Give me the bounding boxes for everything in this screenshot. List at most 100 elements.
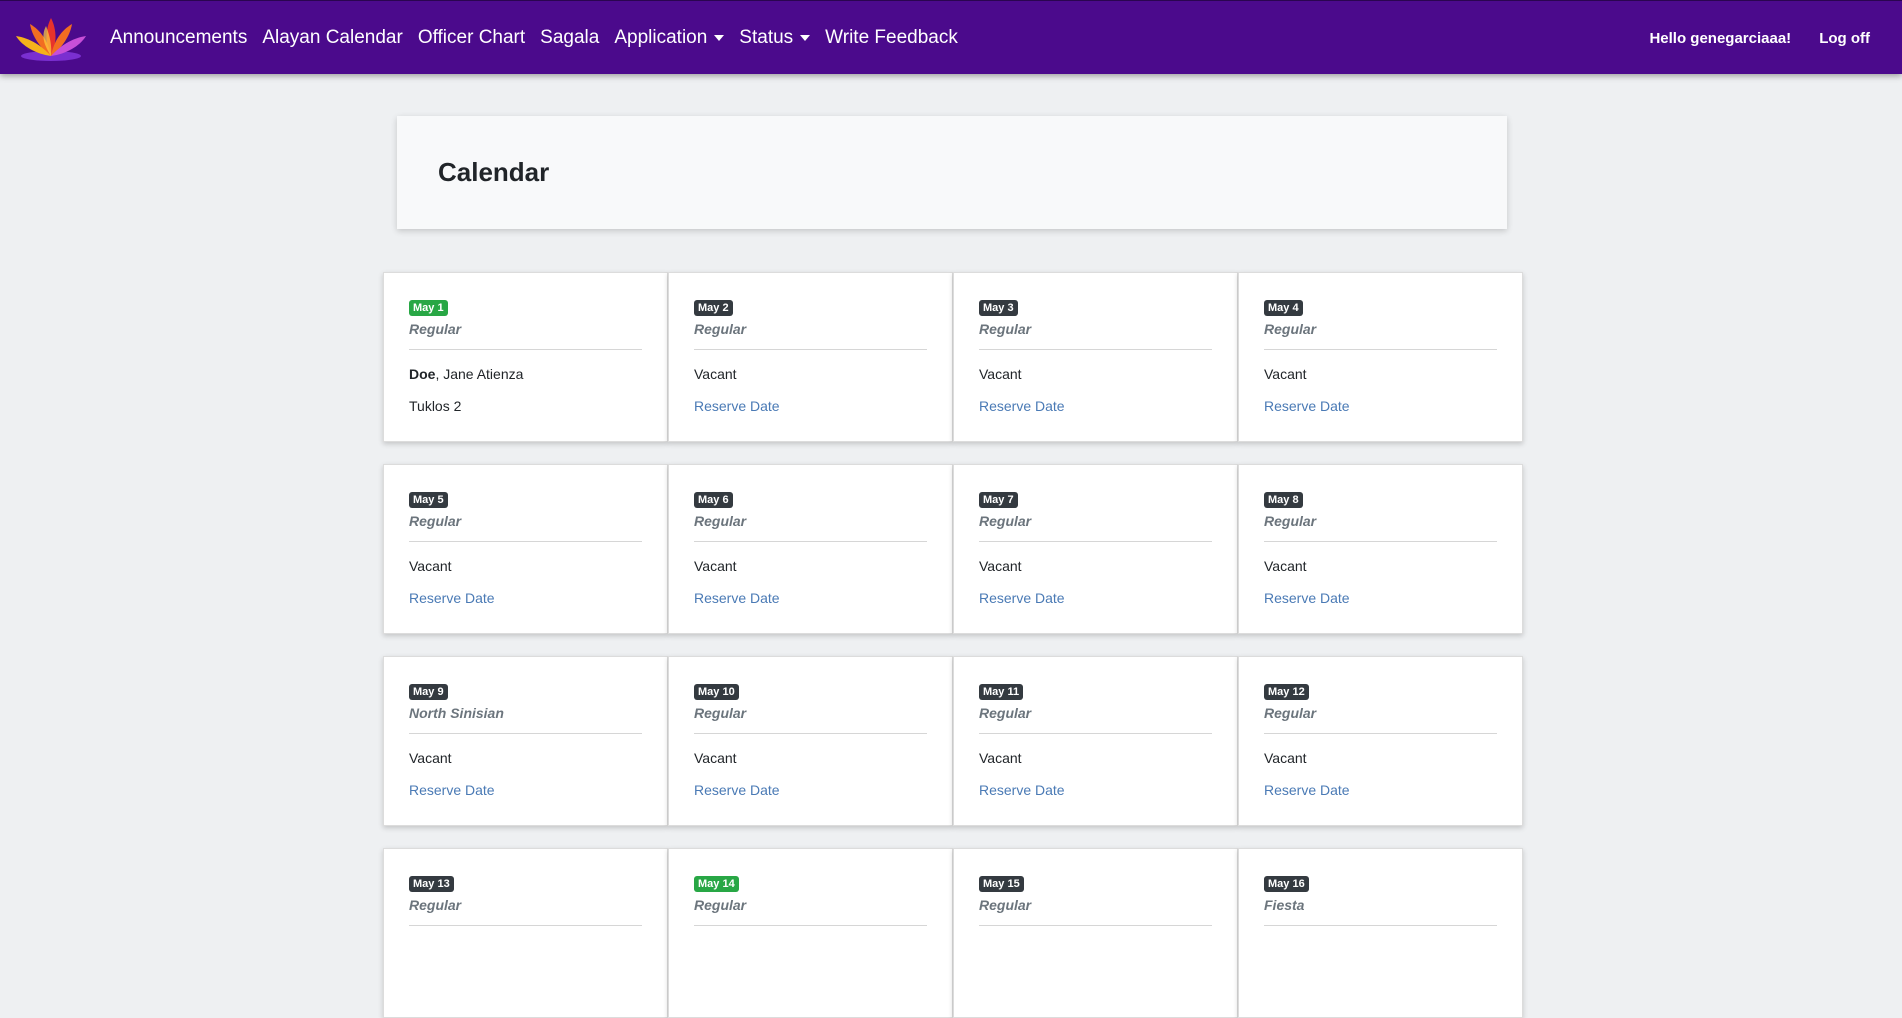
caret-down-icon [800,34,811,41]
day-card: May 14 Regular [668,848,953,1018]
divider [979,349,1212,350]
vacancy-status: Vacant [409,750,452,766]
divider [1264,925,1497,926]
reserve-date-link[interactable]: Reserve Date [694,782,780,798]
nav-officer-chart[interactable]: Officer Chart [418,27,525,49]
vacancy-status: Vacant [979,750,1022,766]
day-card: May 16 Fiesta [1238,848,1523,1018]
divider [694,733,927,734]
nav-status-label: Status [739,26,794,48]
day-card: May 12 Regular Vacant Reserve Date [1238,656,1523,826]
reserve-date-link[interactable]: Reserve Date [694,398,780,414]
divider [409,733,642,734]
logoff-link[interactable]: Log off [1819,30,1870,47]
divider [1264,541,1497,542]
day-card: May 15 Regular [953,848,1238,1018]
day-type: Regular [694,321,747,337]
divider [409,349,642,350]
day-type: Regular [1264,513,1317,529]
day-card: May 6 Regular Vacant Reserve Date [668,464,953,634]
date-badge: May 5 [409,492,448,508]
date-badge: May 14 [694,876,739,892]
nav-application-label: Application [614,26,708,48]
date-badge: May 3 [979,300,1018,316]
divider [409,925,642,926]
vacancy-status: Vacant [1264,366,1307,382]
day-type: Regular [409,513,462,529]
user-greeting-link[interactable]: Hello genegarciaaa! [1649,30,1791,47]
day-card: May 8 Regular Vacant Reserve Date [1238,464,1523,634]
day-card: May 13 Regular [383,848,668,1018]
vacancy-status: Vacant [1264,558,1307,574]
page-header: Calendar [397,116,1507,229]
nav-write-feedback[interactable]: Write Feedback [825,27,958,49]
lotus-logo-icon[interactable] [12,12,90,64]
reserve-date-link[interactable]: Reserve Date [409,782,495,798]
reserve-date-link[interactable]: Reserve Date [409,590,495,606]
divider [409,541,642,542]
vacancy-status: Vacant [694,750,737,766]
date-badge: May 9 [409,684,448,700]
day-type: North Sinisian [409,705,504,721]
date-badge: May 10 [694,684,739,700]
nav-application-dropdown[interactable]: Application [614,26,725,49]
day-type: Regular [1264,321,1317,337]
divider [1264,349,1497,350]
reserve-date-link[interactable]: Reserve Date [979,590,1065,606]
day-type: Regular [979,897,1032,913]
reservation-detail: Tuklos 2 [409,398,462,414]
vacancy-status: Vacant [694,366,737,382]
date-badge: May 1 [409,300,448,316]
day-type: Regular [694,513,747,529]
date-badge: May 4 [1264,300,1303,316]
reserve-date-link[interactable]: Reserve Date [1264,590,1350,606]
day-card: May 11 Regular Vacant Reserve Date [953,656,1238,826]
reservation-name: Doe, Jane Atienza [409,366,642,382]
vacancy-status: Vacant [979,558,1022,574]
date-badge: May 7 [979,492,1018,508]
top-navbar: Announcements Alayan Calendar Officer Ch… [0,0,1902,74]
day-card: May 1 Regular Doe, Jane Atienza Tuklos 2 [383,272,668,442]
date-badge: May 6 [694,492,733,508]
vacancy-status: Vacant [1264,750,1307,766]
nav-status-dropdown[interactable]: Status [739,26,811,49]
date-badge: May 13 [409,876,454,892]
page-title: Calendar [438,157,550,187]
date-badge: May 2 [694,300,733,316]
nav-announcements[interactable]: Announcements [110,27,247,49]
nav-sagala[interactable]: Sagala [540,27,599,49]
date-badge: May 8 [1264,492,1303,508]
day-card: May 10 Regular Vacant Reserve Date [668,656,953,826]
divider [694,349,927,350]
date-badge: May 15 [979,876,1024,892]
day-type: Regular [409,321,462,337]
caret-down-icon [714,34,725,41]
day-type: Regular [409,897,462,913]
nav-alayan-calendar[interactable]: Alayan Calendar [262,27,402,49]
vacancy-status: Vacant [694,558,737,574]
divider [694,541,927,542]
day-type: Regular [979,321,1032,337]
day-card: May 9 North Sinisian Vacant Reserve Date [383,656,668,826]
date-badge: May 16 [1264,876,1309,892]
vacancy-status: Vacant [979,366,1022,382]
day-type: Regular [979,705,1032,721]
day-card: May 2 Regular Vacant Reserve Date [668,272,953,442]
day-card: May 3 Regular Vacant Reserve Date [953,272,1238,442]
divider [979,925,1212,926]
reserve-date-link[interactable]: Reserve Date [694,590,780,606]
day-card: May 5 Regular Vacant Reserve Date [383,464,668,634]
reserve-date-link[interactable]: Reserve Date [1264,782,1350,798]
day-card: May 4 Regular Vacant Reserve Date [1238,272,1523,442]
day-type: Regular [694,897,747,913]
divider [979,541,1212,542]
divider [979,733,1212,734]
divider [1264,733,1497,734]
reserve-date-link[interactable]: Reserve Date [979,398,1065,414]
divider [694,925,927,926]
reserve-date-link[interactable]: Reserve Date [1264,398,1350,414]
day-type: Fiesta [1264,897,1305,913]
reserve-date-link[interactable]: Reserve Date [979,782,1065,798]
date-badge: May 12 [1264,684,1309,700]
day-type: Regular [1264,705,1317,721]
